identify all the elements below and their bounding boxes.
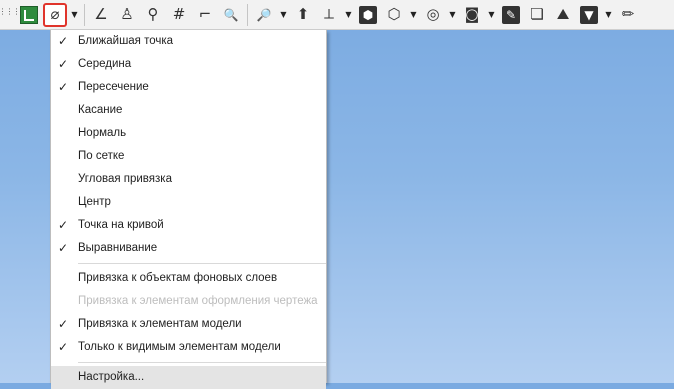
checkmark-icon: ✓	[58, 241, 69, 255]
menu-item-label: Центр	[78, 196, 111, 208]
pencil-icon: ✏	[621, 5, 635, 23]
section-icon: ◙	[464, 5, 480, 23]
menu-item-alignment[interactable]: ✓ Выравнивание	[51, 237, 326, 260]
filter-icon: ▼	[580, 5, 598, 24]
checkmark-icon: ✓	[58, 218, 69, 232]
zoom-dropdown-arrow[interactable]: ▼	[278, 3, 289, 27]
display-mode-button[interactable]: ⬡	[382, 3, 406, 27]
axis-icon: ⟂	[323, 5, 334, 23]
checkmark-icon: ✓	[58, 80, 69, 94]
menu-item-center[interactable]: Центр	[51, 191, 326, 214]
menu-item-label: Только к видимым элементам модели	[78, 341, 281, 353]
checkmark-icon: ✓	[58, 340, 69, 354]
angle-snap-icon: ∠	[94, 5, 108, 23]
menu-item-model-elements[interactable]: ✓ Привязка к элементам модели	[51, 313, 326, 336]
menu-item-label: Точка на кривой	[78, 219, 164, 231]
grid-icon: #	[172, 5, 186, 23]
snap-toggle-button[interactable]	[17, 3, 41, 27]
grid-button[interactable]: #	[167, 3, 191, 27]
menu-item-point-on-curve[interactable]: ✓ Точка на кривой	[51, 214, 326, 237]
snap-dropdown-arrow[interactable]: ▼	[69, 3, 80, 27]
axis-dropdown-arrow[interactable]: ▼	[343, 3, 354, 27]
zoom-button[interactable]: 🔍	[219, 3, 243, 27]
pencil-button[interactable]: ✏	[616, 3, 640, 27]
snap-settings-button[interactable]: ⌀	[43, 2, 67, 27]
display-shaded-button[interactable]: ⬢	[356, 3, 380, 27]
menu-item-midpoint[interactable]: ✓ Середина	[51, 53, 326, 76]
toolbar-grip[interactable]: ⋮⋮⋮	[0, 7, 21, 23]
menu-item-label: Угловая привязка	[78, 173, 172, 185]
menu-item-label: Привязка к элементам модели	[78, 318, 242, 330]
menu-item-grid[interactable]: По сетке	[51, 145, 326, 168]
toolbar-separator	[84, 3, 85, 26]
section-button[interactable]: ◙	[460, 3, 484, 27]
step-icon: ⌐	[198, 5, 212, 23]
axis-button[interactable]: ⟂	[317, 3, 341, 27]
menu-item-drawing-elements: Привязка к элементам оформления чертежа	[51, 290, 326, 313]
checkmark-icon: ✓	[58, 57, 69, 71]
zoom-window-icon: 🔎	[256, 7, 272, 22]
menu-item-label: Ближайшая точка	[78, 35, 174, 47]
filter-button[interactable]: ▼	[577, 3, 601, 27]
menu-item-angle-snap[interactable]: Угловая привязка	[51, 168, 326, 191]
menu-item-label: По сетке	[78, 150, 125, 162]
view-orient-icon: ⬆	[296, 5, 310, 23]
point-button[interactable]: ⚲	[141, 3, 165, 27]
menu-item-normal[interactable]: Нормаль	[51, 122, 326, 145]
menu-item-label: Пересечение	[78, 81, 149, 93]
menu-item-label: Выравнивание	[78, 242, 158, 254]
menu-item-tangent[interactable]: Касание	[51, 99, 326, 122]
display-mode-icon: ⬡	[387, 5, 401, 23]
person-snap-icon: ♙	[120, 5, 134, 23]
menu-item-intersection[interactable]: ✓ Пересечение	[51, 76, 326, 99]
menu-item-background-layers[interactable]: Привязка к объектам фоновых слоев	[51, 267, 326, 290]
visibility-button[interactable]: ◎	[421, 3, 445, 27]
menu-item-label: Привязка к объектам фоновых слоев	[78, 272, 278, 284]
menu-item-label: Касание	[78, 104, 123, 116]
toolbar: ⋮⋮⋮ ⌀ ▼ ∠ ♙ ⚲ # ⌐ 🔍 🔎 ▼ ⬆ ⟂ ▼ ⬢ ⬡ ▼ ◎ ▼ …	[0, 0, 674, 30]
display-dropdown-arrow[interactable]: ▼	[408, 3, 419, 27]
snap-dropdown-menu: ✓ Ближайшая точка ✓ Середина ✓ Пересечение …	[50, 30, 327, 389]
layers-icon: ❏	[530, 5, 544, 23]
angle-snap-button[interactable]: ∠	[89, 3, 113, 27]
menu-item-label: Настройка...	[78, 371, 145, 383]
checkmark-icon: ✓	[58, 34, 69, 48]
checkmark-icon: ✓	[58, 317, 69, 331]
filter-dropdown-arrow[interactable]: ▼	[603, 3, 614, 27]
section-dropdown-arrow[interactable]: ▼	[486, 3, 497, 27]
zoom-window-button[interactable]: 🔎	[252, 3, 276, 27]
menu-item-label: Привязка к элементам оформления чертежа	[78, 295, 318, 307]
menu-item-settings[interactable]: Настройка...	[51, 366, 326, 389]
menu-item-label: Нормаль	[78, 127, 127, 139]
menu-separator	[78, 362, 326, 363]
menu-item-nearest-point[interactable]: ✓ Ближайшая точка	[51, 30, 326, 53]
snap-settings-icon: ⌀	[50, 5, 60, 23]
point-icon: ⚲	[147, 5, 159, 23]
filter-tools-button[interactable]: ✎	[499, 3, 523, 27]
menu-item-label: Середина	[78, 58, 132, 70]
scene-icon: ⛰	[556, 5, 570, 23]
view-orient-button[interactable]: ⬆	[291, 3, 315, 27]
display-shaded-icon: ⬢	[359, 5, 377, 24]
filter-tools-icon: ✎	[502, 5, 520, 24]
visibility-icon: ◎	[426, 5, 440, 23]
visibility-dropdown-arrow[interactable]: ▼	[447, 3, 458, 27]
menu-separator	[78, 263, 326, 264]
zoom-icon: 🔍	[223, 7, 239, 22]
menu-item-visible-model-elements[interactable]: ✓ Только к видимым элементам модели	[51, 336, 326, 359]
layers-button[interactable]: ❏	[525, 3, 549, 27]
toolbar-separator	[247, 3, 248, 26]
person-snap-button[interactable]: ♙	[115, 3, 139, 27]
step-button[interactable]: ⌐	[193, 3, 217, 27]
scene-button[interactable]: ⛰	[551, 3, 575, 27]
snap-toggle-icon	[20, 5, 38, 24]
